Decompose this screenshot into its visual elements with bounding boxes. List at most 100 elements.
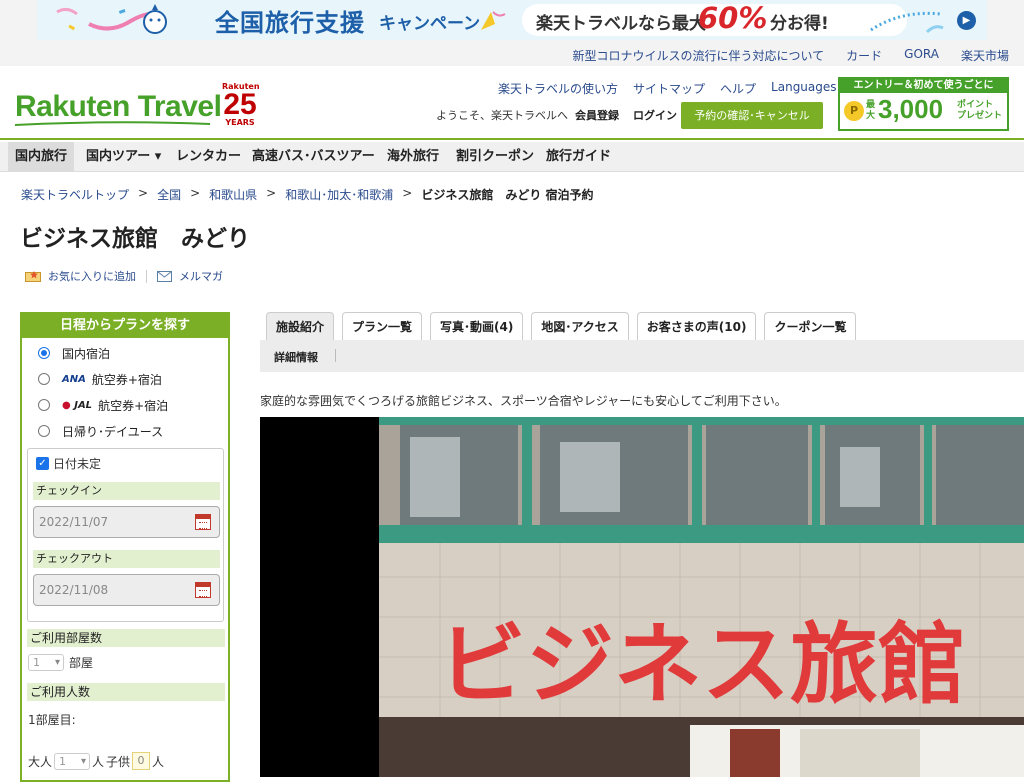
tab-photos-videos[interactable]: 写真･動画(4) xyxy=(430,312,524,340)
breadcrumb-current: ビジネス旅館 みどり 宿泊予約 xyxy=(421,188,594,202)
login-link[interactable]: ログイン xyxy=(633,107,677,123)
calendar-icon[interactable] xyxy=(195,582,211,598)
register-link[interactable]: 会員登録 xyxy=(575,107,619,123)
option-domestic-stay[interactable]: 国内宿泊 xyxy=(38,343,110,363)
divider xyxy=(146,269,147,283)
room1-label: 1部屋目: xyxy=(28,713,76,727)
promo-number: 3,000 xyxy=(878,94,944,124)
banner-rest: 分お得! xyxy=(770,14,829,34)
nav-domestic-travel[interactable]: 国内旅行 xyxy=(8,142,75,172)
breadcrumb-prefecture[interactable]: 和歌山県 xyxy=(209,186,257,203)
nav-overseas[interactable]: 海外旅行 xyxy=(387,142,439,172)
checkbox-checked-icon[interactable]: ✓ xyxy=(36,457,49,470)
option-label: 国内宿泊 xyxy=(62,346,111,361)
sitemap-link[interactable]: サイトマップ xyxy=(633,80,705,97)
jal-logo: ● JAL xyxy=(62,400,92,411)
breadcrumb-top[interactable]: 楽天トラベルトップ xyxy=(21,186,129,203)
radio-selected[interactable] xyxy=(38,347,50,359)
nav-coupon[interactable]: 割引クーポン xyxy=(456,142,534,172)
tab-facility-intro[interactable]: 施設紹介 xyxy=(266,312,335,340)
point-coin-icon: P xyxy=(844,101,864,121)
banner-percent: 60% xyxy=(698,1,768,35)
breadcrumb-separator: > xyxy=(266,186,277,200)
top-utility-nav: 新型コロナウイルスの流行に伴う対応について カード GORA 楽天市場 xyxy=(0,40,1024,66)
mail-magazine-link[interactable]: メルマガ xyxy=(179,268,223,284)
campaign-banner[interactable]: 全国旅行支援 キャンペーン 楽天トラベルなら最大 60% 分お得! ▶ xyxy=(0,0,1024,40)
breadcrumb-separator: > xyxy=(402,186,413,200)
banner-offer: 楽天トラベルなら最大 xyxy=(536,14,706,34)
nav-highway-bus[interactable]: 高速バス･バスツアー xyxy=(252,142,375,172)
nav-rental-car[interactable]: レンタカー xyxy=(176,142,241,172)
add-favorite-link[interactable]: お気に入りに追加 xyxy=(48,268,136,284)
rooms-select[interactable]: 1 xyxy=(28,654,64,671)
mail-icon xyxy=(157,270,172,282)
child-unit: 人 xyxy=(152,754,165,769)
option-jal-flight-stay[interactable]: ● JAL 航空券+宿泊 xyxy=(38,395,168,415)
checkout-date-input[interactable]: 2022/11/08 xyxy=(33,574,220,606)
radio[interactable] xyxy=(38,425,50,437)
banner-offer-pill: 楽天トラベルなら最大 60% 分お得! xyxy=(522,1,907,36)
covid-notice-link[interactable]: 新型コロナウイルスの流行に伴う対応について xyxy=(573,47,825,64)
main-category-nav: 国内旅行 国内ツアー ▾ レンタカー 高速バス･バスツアー 海外旅行 割引クーポ… xyxy=(0,142,1024,172)
promo-points: ポイント プレゼント xyxy=(957,100,1002,122)
date-box: ✓ 日付未定 チェックイン 2022/11/07 チェックアウト 2022/11… xyxy=(27,448,224,622)
adult-unit: 人 xyxy=(92,754,105,769)
ana-logo: ANA xyxy=(62,373,86,385)
rooms-row: 1 部屋 xyxy=(28,654,93,671)
plan-search-panel: 日程からプランを探す 国内宿泊 ANA 航空券+宿泊 ● JAL 航空券+宿泊 … xyxy=(20,312,230,782)
confetti-decoration xyxy=(870,11,944,34)
languages-dropdown[interactable]: Languages ▾ xyxy=(771,80,846,97)
promo-points-label: ポイント xyxy=(957,100,994,110)
people-label: ご利用人数 xyxy=(27,683,225,701)
points-promo-banner[interactable]: エントリー＆初めて使うごとに P 最大 3,000 ポイント プレゼント xyxy=(838,77,1009,131)
rooms-unit: 部屋 xyxy=(69,656,94,670)
nav-travel-guide[interactable]: 旅行ガイド xyxy=(546,142,611,172)
card-link[interactable]: カード xyxy=(846,47,882,64)
tab-map-access[interactable]: 地図･アクセス xyxy=(531,312,629,340)
logo-swoosh xyxy=(15,121,210,126)
tab-reviews[interactable]: お客さまの声(10) xyxy=(636,312,757,340)
date-undecided-label: 日付未定 xyxy=(53,457,102,471)
breadcrumb-nationwide[interactable]: 全国 xyxy=(157,186,181,203)
banner-title: 全国旅行支援 xyxy=(215,9,365,37)
breadcrumb-area[interactable]: 和歌山･加太･和歌浦 xyxy=(285,186,393,203)
banner-arrow-icon[interactable]: ▶ xyxy=(957,11,976,30)
campaign-banner-inner[interactable]: 全国旅行支援 キャンペーン 楽天トラベルなら最大 60% 分お得! ▶ xyxy=(37,0,987,40)
promo-max: 最大 xyxy=(866,100,876,121)
tab-coupons[interactable]: クーポン一覧 xyxy=(764,312,857,340)
banner-campaign: キャンペーン xyxy=(379,14,481,34)
radio[interactable] xyxy=(38,399,50,411)
jal-wordmark: JAL xyxy=(74,399,93,411)
search-panel-title: 日程からプランを探す xyxy=(22,314,228,338)
help-link[interactable]: ヘルプ xyxy=(720,80,756,97)
date-undecided-checkbox[interactable]: ✓ 日付未定 xyxy=(36,455,101,472)
checkin-date-input[interactable]: 2022/11/07 xyxy=(33,506,220,538)
divider xyxy=(335,349,336,362)
reservation-check-button[interactable]: 予約の確認･キャンセル xyxy=(681,102,823,129)
tab-plan-list[interactable]: プラン一覧 xyxy=(342,312,423,340)
breadcrumb-separator: > xyxy=(138,186,149,200)
confetti-decoration xyxy=(481,11,506,30)
child-input[interactable]: 0 xyxy=(132,752,151,770)
hotel-photo[interactable]: ビジネス旅館 xyxy=(260,417,1024,777)
checkout-label: チェックアウト xyxy=(33,550,220,568)
sign-text: ビジネス旅館 xyxy=(438,613,966,716)
option-label: 日帰り･デイユース xyxy=(62,424,164,439)
radio[interactable] xyxy=(38,373,50,385)
option-day-use[interactable]: 日帰り･デイユース xyxy=(38,421,163,441)
promo-headline: エントリー＆初めて使うごとに xyxy=(840,79,1007,93)
gora-link[interactable]: GORA xyxy=(904,47,939,64)
hotel-photo-image: ビジネス旅館 xyxy=(260,417,1024,777)
subtab-details[interactable]: 詳細情報 xyxy=(274,349,318,365)
rakuten-travel-logo[interactable]: Rakuten Travel xyxy=(15,90,222,124)
adult-select[interactable]: 1 xyxy=(54,752,91,770)
calendar-icon[interactable] xyxy=(195,514,211,530)
nav-domestic-tour[interactable]: 国内ツアー ▾ xyxy=(86,142,161,172)
promo-present-label: プレゼント xyxy=(957,111,1003,121)
ichiba-link[interactable]: 楽天市場 xyxy=(961,47,1009,64)
how-to-use-link[interactable]: 楽天トラベルの使い方 xyxy=(498,80,618,97)
jal-crane-icon: ● xyxy=(62,399,71,411)
option-label: 航空券+宿泊 xyxy=(91,372,162,387)
breadcrumb: 楽天トラベルトップ > 全国 > 和歌山県 > 和歌山･加太･和歌浦 > ビジネ… xyxy=(21,186,594,203)
option-ana-flight-stay[interactable]: ANA 航空券+宿泊 xyxy=(38,369,162,389)
